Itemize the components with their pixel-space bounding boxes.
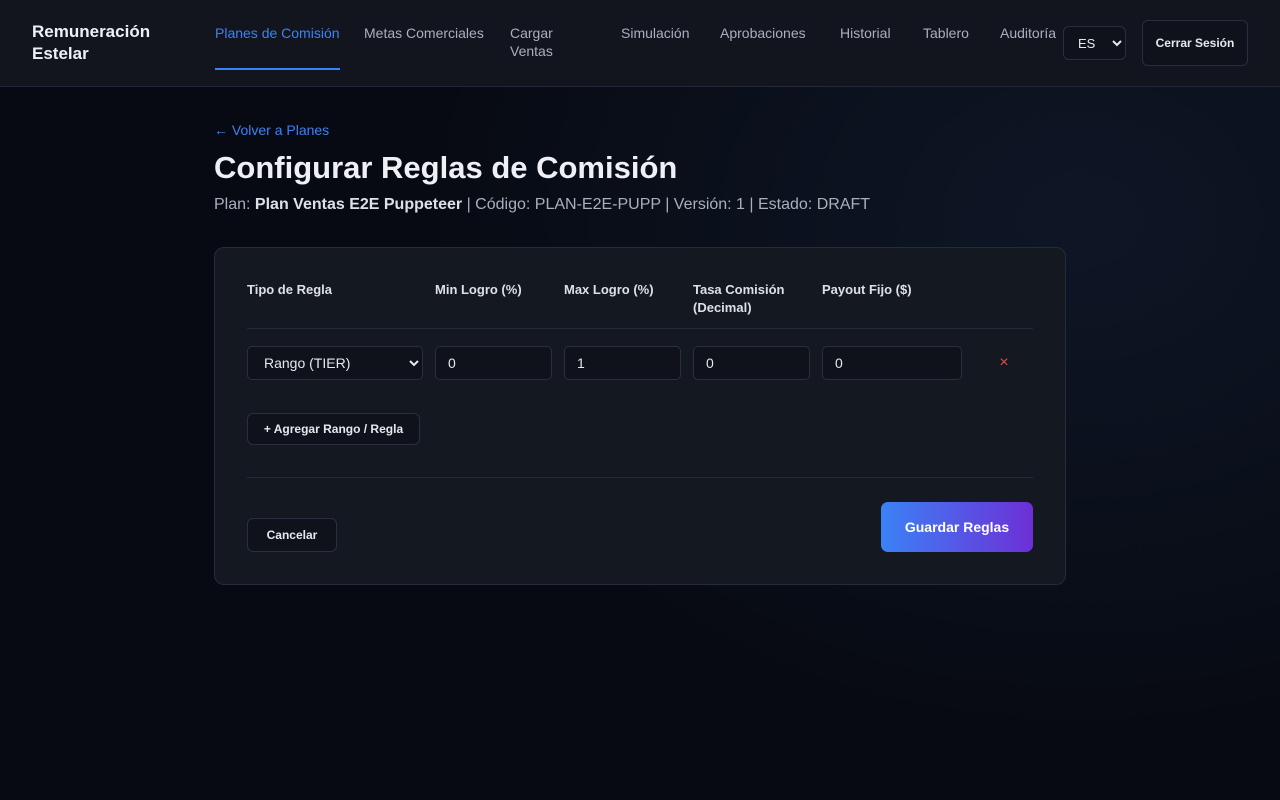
remove-rule-icon[interactable]: × (992, 350, 1016, 376)
language-select[interactable]: ES (1063, 26, 1126, 60)
back-to-plans-link[interactable]: ← Volver a Planes (214, 122, 329, 138)
plan-label: Plan: (214, 196, 251, 213)
brand-logo[interactable]: Remuneración Estelar (32, 21, 182, 65)
plan-name: Plan Ventas E2E Puppeteer (254, 196, 463, 213)
col-header-payout: Payout Fijo ($) (822, 282, 912, 297)
plan-meta: Plan: Plan Ventas E2E Puppeteer | Código… (214, 196, 870, 214)
cancel-button[interactable]: Cancelar (247, 518, 337, 552)
nav-planes-comision[interactable]: Planes de Comisión (215, 24, 340, 42)
save-rules-button[interactable]: Guardar Reglas (881, 502, 1033, 552)
nav-metas-comerciales[interactable]: Metas Comerciales (364, 24, 484, 42)
header-divider (247, 328, 1033, 329)
col-header-rate: Tasa Comisión (Decimal) (693, 282, 785, 315)
nav-tablero[interactable]: Tablero (923, 24, 969, 42)
add-rule-button[interactable]: + Agregar Rango / Regla (247, 413, 420, 445)
active-nav-indicator (215, 68, 340, 70)
actions-divider (247, 477, 1033, 478)
plan-details: | Código: PLAN-E2E-PUPP | Versión: 1 | E… (466, 196, 871, 213)
col-header-min: Min Logro (%) (435, 282, 522, 297)
nav-cargar-ventas[interactable]: Cargar Ventas (510, 24, 590, 60)
fixed-payout-input[interactable] (822, 346, 962, 380)
page-title: Configurar Reglas de Comisión (214, 150, 678, 185)
nav-auditoria[interactable]: Auditoría (1000, 24, 1056, 42)
nav-historial[interactable]: Historial (840, 24, 891, 42)
logout-button[interactable]: Cerrar Sesión (1142, 20, 1248, 66)
commission-rate-input[interactable] (693, 346, 810, 380)
max-achievement-input[interactable] (564, 346, 681, 380)
nav-aprobaciones[interactable]: Aprobaciones (720, 24, 806, 42)
top-navbar: Remuneración Estelar Planes de Comisión … (0, 0, 1280, 87)
min-achievement-input[interactable] (435, 346, 552, 380)
col-header-rule-type: Tipo de Regla (247, 282, 332, 297)
col-header-max: Max Logro (%) (564, 282, 654, 297)
nav-simulacion[interactable]: Simulación (621, 24, 689, 42)
rule-type-select[interactable]: Rango (TIER) (247, 346, 423, 380)
